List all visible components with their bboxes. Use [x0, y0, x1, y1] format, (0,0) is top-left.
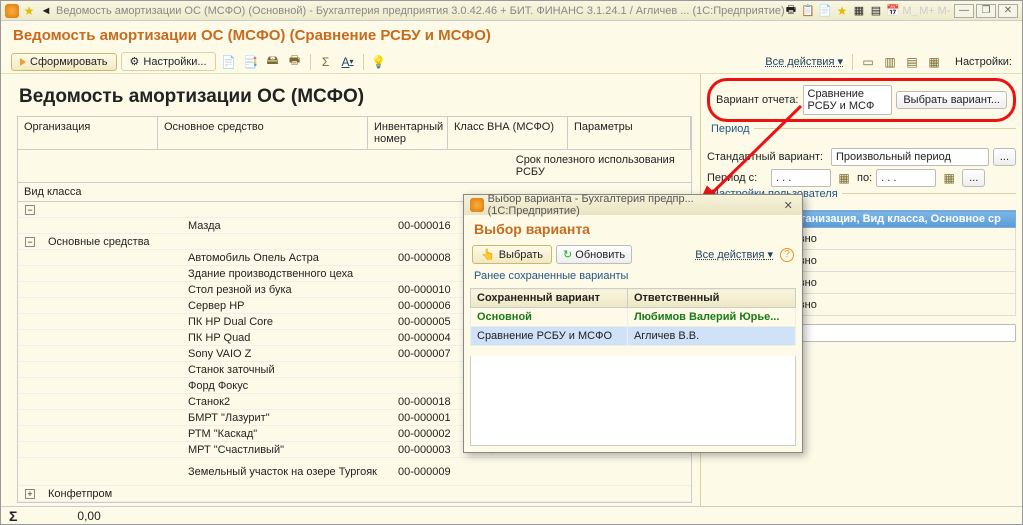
period-from-label: Период с: — [707, 172, 767, 184]
tb-icon-m3[interactable]: M- — [937, 4, 951, 18]
tool-icon-2[interactable]: 📑 — [242, 53, 260, 71]
std-variant-input[interactable]: Произвольный период — [831, 148, 989, 166]
tb-icon-1[interactable]: 🖶 — [784, 4, 798, 18]
favorite-icon[interactable]: ★ — [22, 4, 36, 18]
variant-highlight: Вариант отчета: Сравнение РСБУ и МСФ Выб… — [707, 78, 1016, 122]
print-icon[interactable]: 🖶 — [286, 53, 304, 71]
back-icon[interactable]: ◄ — [39, 4, 53, 18]
variant-row-selected[interactable]: Сравнение РСБУ и МСФОАгличев В.В. — [471, 327, 796, 346]
col-org: Организация — [18, 117, 158, 149]
period-title: Период — [707, 123, 754, 135]
popup-titlebar: Выбор варианта - Бухгалтерия предпр... (… — [464, 195, 802, 215]
popup-header: Выбор варианта — [464, 215, 802, 243]
form-button-label: Сформировать — [30, 56, 108, 68]
separator — [363, 54, 364, 70]
sub-useful-life: Срок полезного использования РСБУ — [510, 150, 691, 182]
col-responsible: Ответственный — [627, 289, 795, 308]
status-bar: Σ 0,00 — [1, 506, 1022, 524]
popup-empty-area — [470, 356, 796, 446]
refresh-icon: ↻ — [563, 249, 572, 261]
popup-prev-label: Ранее сохраненные варианты — [464, 266, 802, 286]
col-inv: Инвентарный номер — [368, 117, 448, 149]
bulb-icon[interactable]: 💡 — [370, 53, 388, 71]
main-toolbar: Сформировать ⚙ Настройки... 📄 📑 🖴 🖶 Σ A▾… — [1, 50, 1022, 74]
std-more-button[interactable]: ... — [993, 148, 1016, 166]
tool-icon-3[interactable]: 🖴 — [264, 53, 282, 71]
popup-refresh-button[interactable]: ↻ Обновить — [556, 245, 632, 264]
layout-icon-4[interactable]: ▦ — [925, 53, 943, 71]
font-icon[interactable]: A▾ — [339, 53, 357, 71]
separator — [852, 54, 853, 70]
variants-table: Сохраненный вариантОтветственный Основно… — [470, 288, 796, 346]
popup-close-button[interactable]: ✕ — [780, 199, 796, 212]
period-fieldset: Период Стандартный вариант: Произвольный… — [707, 128, 1016, 187]
tb-icon-7[interactable]: 📅 — [886, 4, 900, 18]
expand-icon[interactable]: + — [25, 489, 35, 499]
variant-value[interactable]: Сравнение РСБУ и МСФ — [803, 85, 893, 115]
std-variant-label: Стандартный вариант: — [707, 151, 827, 163]
report-title: Ведомость амортизации ОС (МСФО) — [17, 78, 692, 116]
layout-icon-2[interactable]: ▥ — [881, 53, 899, 71]
col-class: Класс ВНА (МСФО) — [448, 117, 568, 149]
popup-app-icon — [470, 198, 484, 212]
period-from-input[interactable]: . . . — [771, 169, 831, 187]
popup-toolbar: 👆 Выбрать ↻ Обновить Все действия ▾ ? — [464, 243, 802, 266]
calendar-from-icon[interactable]: ▦ — [835, 169, 853, 187]
settings-icon: ⚙ — [130, 55, 140, 68]
choose-variant-dialog: Выбор варианта - Бухгалтерия предпр... (… — [463, 194, 803, 453]
settings-button[interactable]: ⚙ Настройки... — [121, 52, 216, 71]
page-title: Ведомость амортизации ОС (МСФО) (Сравнен… — [1, 21, 1022, 50]
tb-icon-m2[interactable]: M+ — [920, 4, 934, 18]
variant-label: Вариант отчета: — [716, 94, 799, 106]
all-actions-link[interactable]: Все действия ▾ — [762, 55, 846, 68]
maximize-button[interactable]: ❐ — [976, 4, 996, 18]
window-titlebar: ★ ◄ Ведомость амортизации ОС (МСФО) (Осн… — [1, 1, 1022, 21]
help-icon[interactable]: ? — [780, 248, 794, 262]
popup-all-actions[interactable]: Все действия ▾ — [692, 248, 776, 261]
col-asset: Основное средство — [158, 117, 368, 149]
minimize-button[interactable]: — — [954, 4, 974, 18]
sigma-value: 0,00 — [77, 509, 100, 523]
period-to-input[interactable]: . . . — [876, 169, 936, 187]
group-row[interactable]: + Конфетпром — [18, 486, 691, 502]
col-params: Параметры — [568, 117, 691, 149]
layout-icon-3[interactable]: ▤ — [903, 53, 921, 71]
variant-row[interactable]: ОсновнойЛюбимов Валерий Юрье... — [471, 308, 796, 327]
tb-icon-2[interactable]: 📋 — [801, 4, 815, 18]
sum-icon[interactable]: Σ — [317, 53, 335, 71]
collapse-icon[interactable]: − — [25, 237, 35, 247]
settings-label: Настройки... — [143, 56, 206, 68]
col-saved-variant: Сохраненный вариант — [471, 289, 628, 308]
close-button[interactable]: ✕ — [998, 4, 1018, 18]
hand-icon: 👆 — [481, 248, 495, 261]
choose-variant-button[interactable]: Выбрать вариант... — [896, 91, 1007, 109]
period-more-button[interactable]: ... — [962, 169, 985, 187]
tb-icon-m[interactable]: M_ — [903, 4, 917, 18]
layout-icon-1[interactable]: ▭ — [859, 53, 877, 71]
tb-icon-3[interactable]: 📄 — [818, 4, 832, 18]
period-to-label: по: — [857, 172, 872, 184]
form-button[interactable]: Сформировать — [11, 53, 117, 71]
report-header-row: Организация Основное средство Инвентарны… — [17, 116, 692, 150]
sigma-icon: Σ — [9, 508, 17, 524]
tb-icon-6[interactable]: ▤ — [869, 4, 883, 18]
data-row[interactable]: Земельный участок на озере Тургояк00-000… — [18, 458, 691, 486]
separator — [310, 54, 311, 70]
play-icon — [20, 58, 26, 66]
window-title: Ведомость амортизации ОС (МСФО) (Основно… — [56, 5, 784, 17]
report-subheader: Срок полезного использования РСБУ — [17, 150, 692, 183]
app-icon — [5, 4, 19, 18]
settings-label-right: Настройки: — [955, 56, 1012, 68]
calendar-to-icon[interactable]: ▦ — [940, 169, 958, 187]
tb-icon-5[interactable]: ▦ — [852, 4, 866, 18]
collapse-icon[interactable]: − — [25, 205, 35, 215]
tool-icon-1[interactable]: 📄 — [220, 53, 238, 71]
col-values: Организация, Вид класса, Основное ср — [781, 211, 1015, 228]
popup-title: Выбор варианта - Бухгалтерия предпр... (… — [488, 193, 781, 217]
popup-choose-button[interactable]: 👆 Выбрать — [472, 245, 552, 264]
tb-icon-star[interactable]: ★ — [835, 4, 849, 18]
